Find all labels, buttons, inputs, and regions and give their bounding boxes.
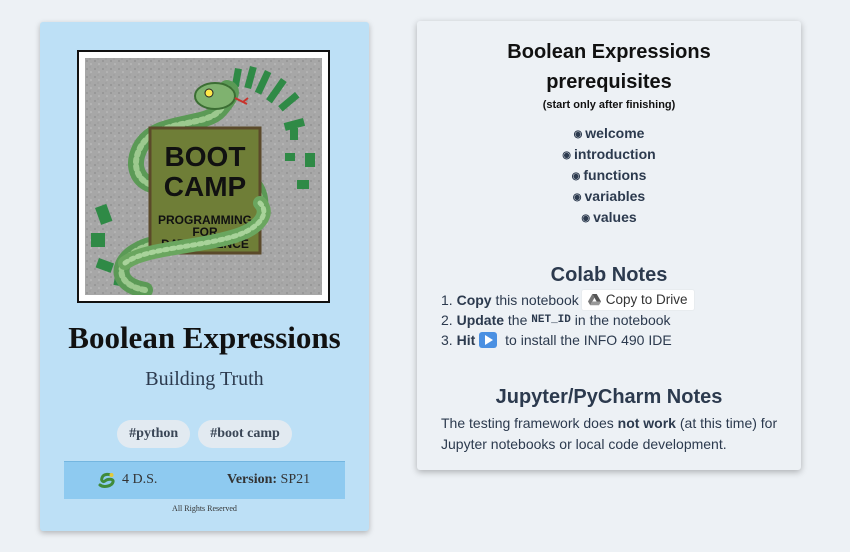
net-id-code: NET_ID (531, 314, 571, 326)
tag-python[interactable]: #python (117, 420, 191, 448)
version-label: Version: (227, 472, 278, 487)
step-number: 1. (441, 292, 453, 308)
prereq-label: variables (584, 188, 646, 204)
prereq-label: introduction (574, 146, 656, 162)
prereq-item[interactable]: ◉ welcome (417, 123, 801, 144)
colab-heading: Colab Notes (550, 264, 668, 286)
step-text: the (504, 312, 532, 328)
info-panel: Boolean Expressions prerequisites (start… (417, 21, 801, 470)
radio-dot-icon: ◉ (573, 129, 583, 140)
step-action: Copy (456, 292, 492, 308)
jupyter-text-pre: The testing framework does (441, 415, 618, 431)
snake-icon (98, 472, 115, 488)
colab-steps: 1. Copy this notebook Copy to Drive 2. U… (441, 290, 694, 350)
prereq-label: functions (583, 167, 647, 183)
lesson-title: Boolean Expressions (507, 41, 711, 63)
prereq-item[interactable]: ◉ introduction (417, 144, 801, 165)
card-footer: 4 D.S. Version: SP21 (64, 461, 345, 499)
rights-text: All Rights Reserved (172, 504, 237, 513)
play-button-icon (479, 332, 498, 348)
course-subtitle: Building Truth (145, 368, 264, 390)
version-value: SP21 (280, 472, 311, 487)
radio-dot-icon: ◉ (572, 192, 582, 203)
prereq-label: welcome (585, 125, 645, 141)
step-text: to install the INFO 490 IDE (501, 332, 672, 348)
version-info: Version: SP21 (227, 472, 310, 488)
logo-frame: BOOT CAMP PROGRAMMING FOR DATA SCIENCE (77, 50, 330, 303)
colab-step-3: 3. Hit to install the INFO 490 IDE (441, 330, 694, 350)
prereq-item[interactable]: ◉ functions (417, 165, 801, 186)
ds-label: 4 D.S. (122, 472, 158, 487)
ds-label-group: 4 D.S. (98, 472, 157, 488)
colab-step-1: 1. Copy this notebook Copy to Drive (441, 290, 694, 310)
step-number: 2. (441, 312, 453, 328)
tag-list: #python #boot camp (40, 420, 369, 448)
course-card: BOOT CAMP PROGRAMMING FOR DATA SCIENCE B… (40, 22, 369, 531)
logo-text-camp: CAMP (164, 171, 246, 202)
prereq-item[interactable]: ◉ variables (417, 186, 801, 207)
step-action: Hit (456, 332, 476, 348)
copy-to-drive-label: Copy to Drive (605, 292, 688, 307)
google-drive-icon (587, 294, 601, 306)
step-action: Update (456, 312, 505, 328)
course-title: Boolean Expressions (68, 320, 341, 355)
radio-dot-icon: ◉ (571, 171, 581, 182)
jupyter-notes: The testing framework does not work (at … (441, 413, 781, 455)
prereq-label: values (593, 209, 637, 225)
step-text: in the notebook (570, 312, 671, 328)
radio-dot-icon: ◉ (562, 150, 572, 161)
jupyter-text-bold: not work (617, 415, 676, 431)
logo-text-boot: BOOT (165, 141, 246, 172)
prerequisites-note: (start only after finishing) (542, 99, 676, 111)
colab-step-2: 2. Update the NET_ID in the notebook (441, 310, 694, 330)
tag-boot-camp[interactable]: #boot camp (198, 420, 292, 448)
boot-camp-logo: BOOT CAMP PROGRAMMING FOR DATA SCIENCE (85, 58, 322, 295)
copy-to-drive-button[interactable]: Copy to Drive (581, 290, 694, 310)
prerequisites-heading: prerequisites (546, 71, 672, 93)
prerequisites-list: ◉ welcome ◉ introduction ◉ functions ◉ varia… (417, 123, 801, 228)
radio-dot-icon: ◉ (581, 213, 591, 224)
jupyter-heading: Jupyter/PyCharm Notes (495, 386, 723, 408)
step-number: 3. (441, 332, 453, 348)
step-text: this notebook (491, 292, 579, 308)
prereq-item[interactable]: ◉ values (417, 207, 801, 228)
